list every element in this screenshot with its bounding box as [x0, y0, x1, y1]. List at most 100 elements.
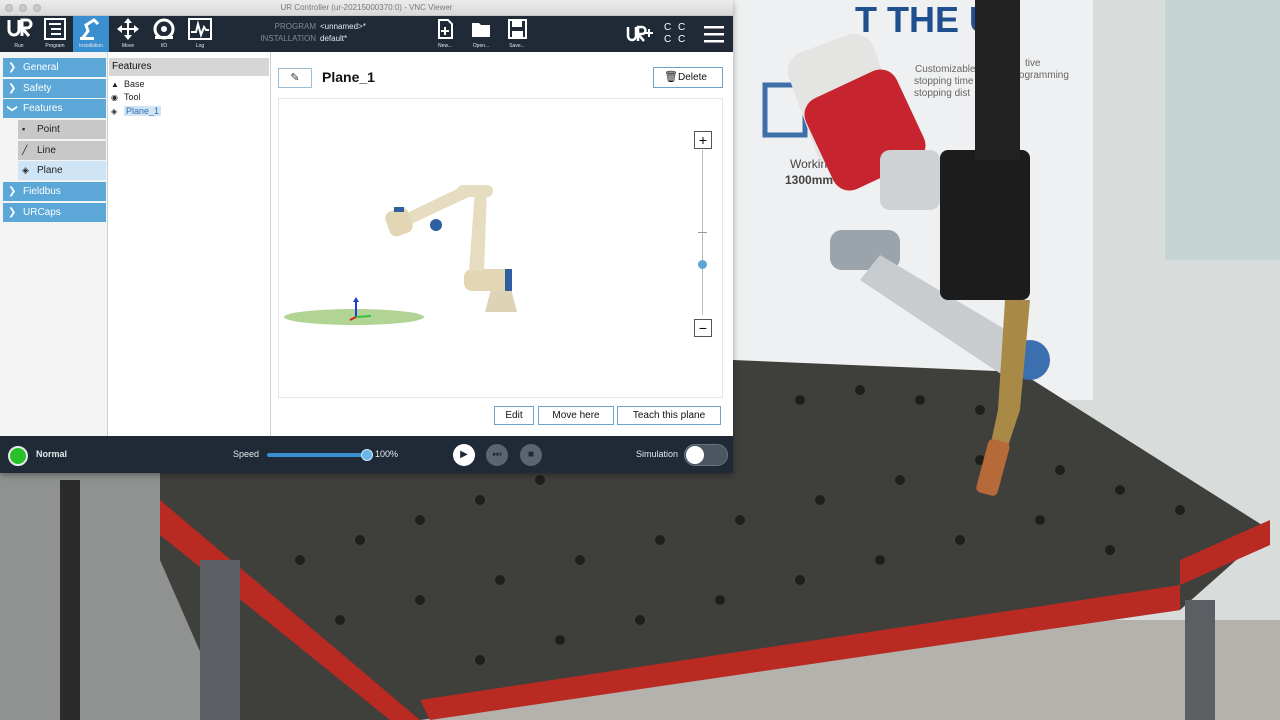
poster-line-2: stopping time [914, 76, 974, 87]
speed-slider-track[interactable] [267, 453, 367, 457]
nav-sub-point[interactable]: ▪ Point [18, 120, 106, 139]
nav-sub-label: Line [37, 145, 56, 156]
point-icon: ▪ [22, 124, 26, 134]
maximize-window-icon[interactable] [33, 4, 41, 12]
tree-item-tool[interactable]: ◉ Tool [111, 91, 141, 104]
nav-sub-plane[interactable]: ◈ Plane [18, 161, 106, 180]
rename-button[interactable]: ✎ [278, 68, 312, 88]
io-icon [153, 18, 175, 40]
nav-item-label: Safety [23, 83, 52, 94]
step-button[interactable]: ⏭ [486, 444, 508, 466]
simulation-toggle-knob [686, 446, 704, 464]
save-file-button[interactable]: Save... [500, 16, 534, 52]
program-value: <unnamed>* [320, 22, 366, 31]
open-file-label: Open... [472, 43, 490, 49]
log-tab[interactable]: Log [182, 16, 218, 52]
3d-viewport[interactable]: + − [278, 98, 723, 398]
open-file-button[interactable]: Open... [464, 16, 498, 52]
cc-status-indicator: C C C C [664, 22, 688, 45]
zoom-out-button[interactable]: − [694, 319, 712, 337]
new-file-button[interactable]: New... [428, 16, 462, 52]
new-file-label: New... [438, 43, 452, 49]
nav-item-fieldbus[interactable]: ❯ Fieldbus [3, 182, 106, 201]
save-file-label: Save... [509, 43, 525, 49]
robot-scene [284, 185, 517, 325]
simulation-label: Simulation [636, 449, 679, 459]
program-key: PROGRAM [274, 22, 316, 31]
save-icon [508, 19, 527, 39]
program-info: PROGRAM <unnamed>* INSTALLATION default* [258, 21, 428, 47]
installation-key: INSTALLATION [260, 34, 316, 43]
step-forward-icon: ⏭ [492, 449, 502, 460]
io-tab[interactable]: I/O [146, 16, 182, 52]
edit-button[interactable]: Edit [494, 406, 534, 425]
program-tab[interactable]: Program [37, 16, 73, 52]
tree-item-label: Tool [124, 92, 141, 102]
installation-tab[interactable]: Installation [73, 16, 109, 52]
close-window-icon[interactable] [5, 4, 13, 12]
ur-plus-button[interactable] [624, 16, 656, 52]
speed-slider-knob[interactable] [361, 449, 373, 461]
robot-model [385, 185, 517, 312]
chevron-right-icon: ❯ [8, 207, 17, 218]
stop-button[interactable]: ■ [520, 444, 542, 466]
nav-sub-label: Plane [37, 165, 63, 176]
window-title: UR Controller (ur-20215000370:0) - VNC V… [280, 3, 453, 12]
features-tree: Features ▲ Base ◉ Tool ◈ Plane_1 [108, 52, 271, 436]
main-menu-button[interactable] [698, 16, 730, 52]
feature-detail-panel: ✎ Plane_1 🗑 Delete + − Edit Move here Te… [271, 52, 733, 436]
play-button[interactable]: ▶ [453, 444, 475, 466]
plane-icon: ◈ [22, 165, 29, 175]
line-icon: ╱ [22, 145, 28, 155]
move-here-button[interactable]: Move here [538, 406, 614, 425]
run-tab[interactable]: Run [1, 16, 37, 52]
chevron-right-icon: ❯ [8, 83, 17, 94]
move-tab[interactable]: Move [110, 16, 146, 52]
base-icon: ▲ [111, 80, 119, 89]
delete-button[interactable]: 🗑 Delete [653, 67, 723, 88]
nav-sub-line[interactable]: ╱ Line [18, 141, 106, 160]
log-tab-label: Log [195, 43, 205, 49]
run-tab-label: Run [14, 43, 24, 49]
zoom-in-button[interactable]: + [694, 131, 712, 149]
program-tab-label: Program [45, 43, 65, 49]
speed-value: 100% [375, 449, 399, 459]
program-icon [44, 18, 66, 40]
poster-line-1: Customizable [915, 64, 976, 75]
installation-tab-label: Installation [79, 43, 103, 49]
minimize-window-icon[interactable] [19, 4, 27, 12]
trash-icon: 🗑 [664, 71, 678, 83]
delete-label: Delete [678, 72, 707, 83]
hamburger-menu-icon [704, 26, 724, 43]
chevron-right-icon: ❯ [8, 62, 17, 73]
tree-item-plane-1[interactable]: ◈ Plane_1 [111, 105, 162, 118]
nav-item-general[interactable]: ❯ General [3, 58, 106, 77]
vnc-window: UR Controller (ur-20215000370:0) - VNC V… [0, 0, 733, 473]
zoom-slider-knob[interactable] [698, 260, 707, 269]
tree-item-label: Plane_1 [124, 106, 162, 116]
robot-status-text: Normal [36, 449, 68, 459]
nav-item-safety[interactable]: ❯ Safety [3, 79, 106, 98]
features-tree-header: Features [109, 58, 269, 76]
installation-icon [80, 18, 100, 40]
chevron-right-icon: ❯ [8, 186, 17, 197]
robot-status-indicator[interactable] [8, 446, 28, 466]
installation-nav: ❯ General ❯ Safety ❯ Features ▪ Point ╱ … [0, 52, 108, 436]
plane-icon: ◈ [111, 107, 118, 116]
teach-plane-button[interactable]: Teach this plane [617, 406, 721, 425]
tree-item-base[interactable]: ▲ Base [111, 78, 145, 91]
nav-item-features[interactable]: ❯ Features [3, 99, 106, 118]
top-toolbar: Run Program Installation Move I/O Log PR… [0, 16, 733, 52]
nav-item-label: Fieldbus [23, 186, 61, 197]
simulation-toggle[interactable] [684, 444, 728, 466]
poster-line-5: tive [1025, 58, 1041, 69]
window-titlebar: UR Controller (ur-20215000370:0) - VNC V… [0, 0, 733, 16]
poster-line-3: stopping dist [914, 88, 970, 99]
y-axis-arrow [355, 315, 372, 318]
move-icon [117, 18, 139, 40]
feature-name: Plane_1 [322, 69, 375, 85]
play-icon: ▶ [460, 449, 468, 460]
nav-item-urcaps[interactable]: ❯ URCaps [3, 203, 106, 222]
tool-icon: ◉ [111, 93, 118, 102]
status-footer: Normal Speed 100% ▶ ⏭ ■ Simulation [0, 436, 733, 473]
